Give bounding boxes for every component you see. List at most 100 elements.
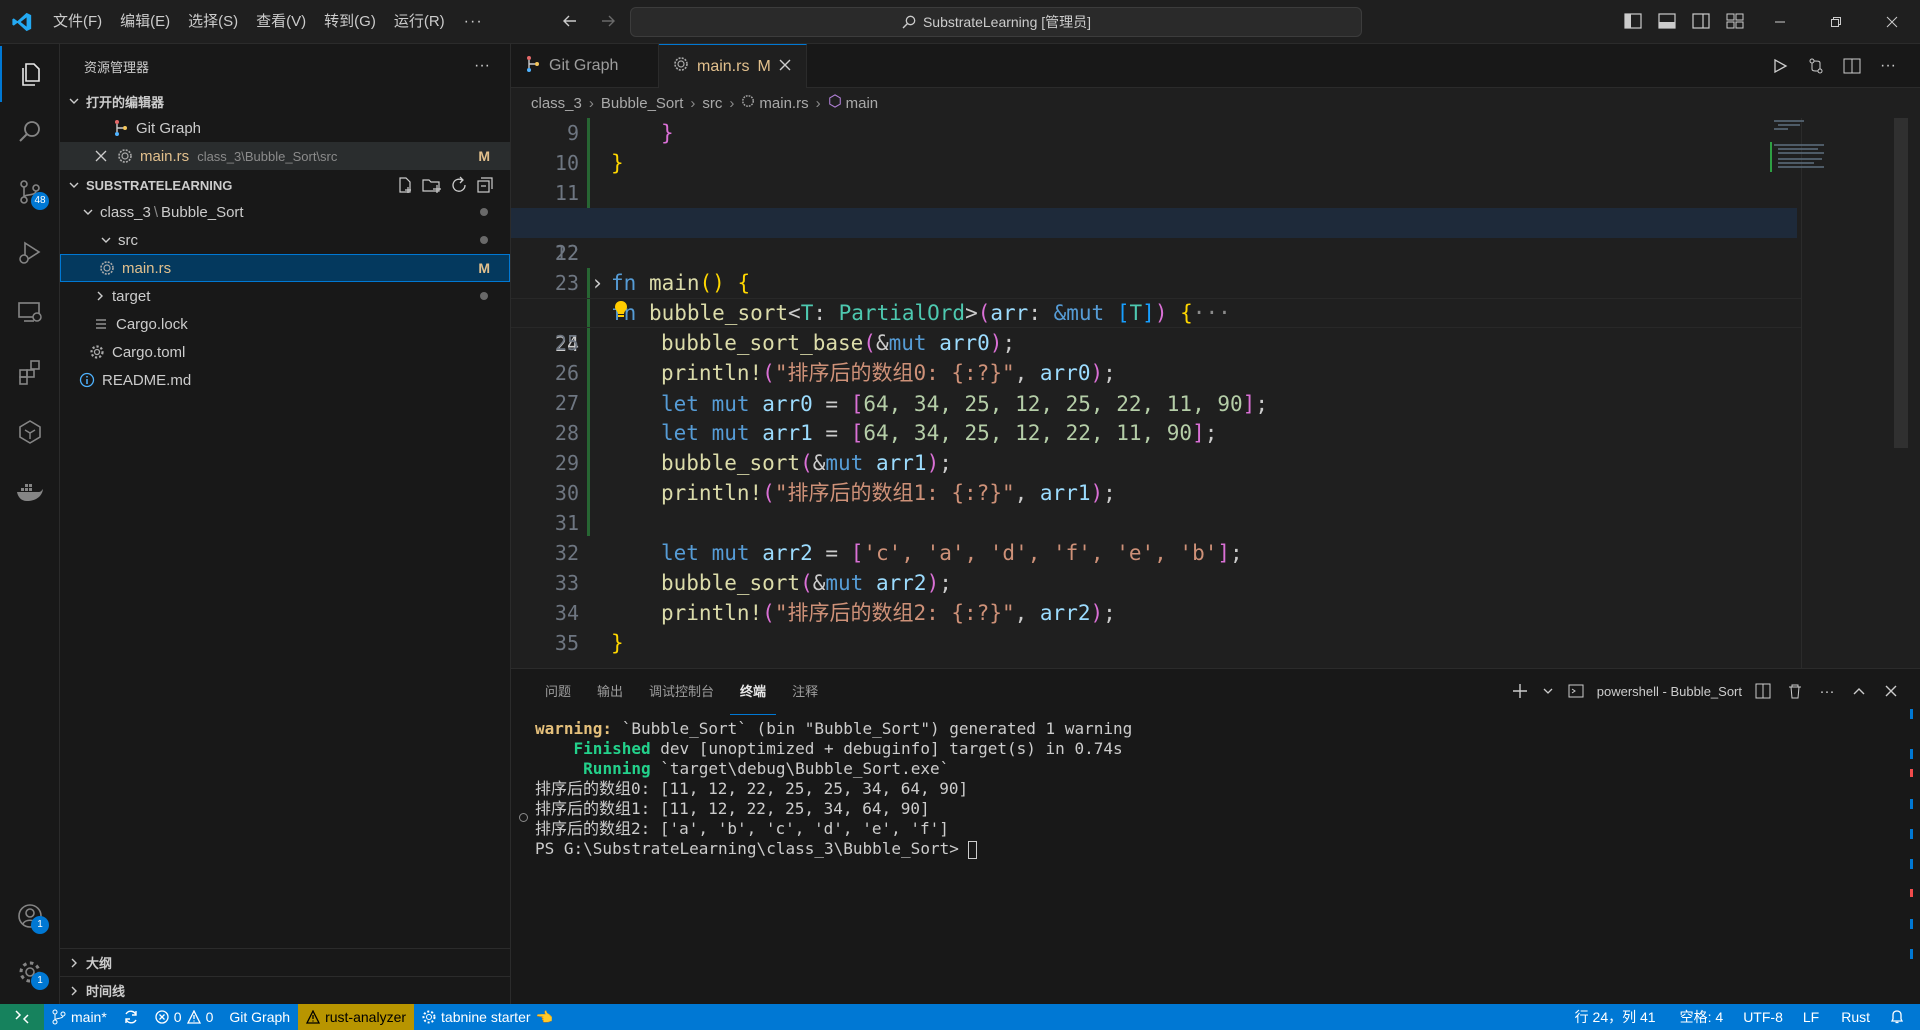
settings-gear-icon[interactable]: 1 — [0, 944, 60, 1000]
lightbulb-icon[interactable] — [614, 299, 628, 329]
close-tab-icon[interactable] — [779, 58, 791, 76]
branch-name: main* — [71, 1009, 107, 1025]
extensions-icon[interactable] — [0, 344, 60, 400]
menu-file[interactable]: 文件(F) — [44, 7, 111, 37]
encoding[interactable]: UTF-8 — [1733, 1004, 1793, 1030]
tab-problems[interactable]: 问题 — [535, 669, 581, 715]
docker-icon[interactable] — [0, 464, 60, 520]
problems-item[interactable]: 0 0 — [147, 1004, 222, 1030]
breadcrumb-item[interactable]: class_3 — [531, 95, 582, 112]
tab-output[interactable]: 输出 — [587, 669, 633, 715]
customize-layout-icon[interactable] — [1722, 8, 1748, 34]
refresh-icon[interactable] — [450, 176, 468, 197]
close-window-icon[interactable] — [1864, 0, 1920, 44]
git-graph-status[interactable]: Git Graph — [221, 1004, 298, 1030]
terminal-name[interactable]: powershell - Bubble_Sort — [1597, 684, 1742, 699]
forward-arrow-icon[interactable] — [594, 7, 622, 35]
toggle-panel-icon[interactable] — [1654, 8, 1680, 34]
maximize-panel-icon[interactable] — [1848, 677, 1870, 705]
workspace-header[interactable]: SUBSTRATELEARNING — [60, 172, 510, 198]
tabnine-status[interactable]: tabnine starter 👈 — [414, 1004, 561, 1030]
code-line: 22 — [511, 238, 1801, 268]
menu-selection[interactable]: 选择(S) — [179, 7, 247, 37]
tree-folder-class3-bubble-sort[interactable]: class_3 \ Bubble_Sort — [60, 198, 510, 226]
tab-git-graph[interactable]: Git Graph — [511, 44, 659, 88]
menu-more[interactable]: ··· — [454, 7, 493, 37]
split-terminal-icon[interactable] — [1752, 677, 1774, 705]
new-file-icon[interactable] — [396, 176, 414, 197]
tree-file-readme[interactable]: README.md — [60, 366, 510, 394]
git-graph-icon — [525, 55, 541, 78]
cursor-position[interactable]: 行 24，列 41 — [1561, 1004, 1670, 1030]
breadcrumb-item[interactable]: src — [702, 95, 722, 112]
toggle-secondary-sidebar-icon[interactable] — [1688, 8, 1714, 34]
close-icon[interactable] — [92, 147, 110, 165]
remote-indicator[interactable] — [0, 1004, 44, 1030]
timeline-header[interactable]: 时间线 — [60, 976, 510, 1004]
open-editor-main-rs[interactable]: main.rs class_3\Bubble_Sort\src M — [60, 142, 510, 170]
panel-more-icon[interactable]: ··· — [1816, 677, 1838, 705]
branch-item[interactable]: main* — [44, 1004, 115, 1030]
chevron-down-icon[interactable] — [1541, 677, 1555, 705]
close-panel-icon[interactable] — [1880, 677, 1902, 705]
menu-view[interactable]: 查看(V) — [247, 7, 315, 37]
restore-icon[interactable] — [1808, 0, 1864, 44]
breadcrumb-item[interactable]: main — [846, 95, 879, 112]
search-icon[interactable] — [0, 104, 60, 160]
code-editor[interactable]: 9} 10} 11 12 › fn bubble_sort<T: Partial… — [511, 118, 1920, 668]
sync-item[interactable] — [115, 1004, 147, 1030]
split-editor-icon[interactable] — [1840, 52, 1864, 80]
remote-explorer-icon[interactable] — [0, 284, 60, 340]
breadcrumb-item[interactable]: main.rs — [759, 95, 808, 112]
notifications-item[interactable] — [1882, 1004, 1912, 1030]
end-of-line[interactable]: LF — [1793, 1004, 1829, 1030]
warning-icon — [306, 1010, 321, 1024]
tab-debug-console[interactable]: 调试控制台 — [639, 669, 724, 715]
gear-file-icon — [88, 343, 106, 361]
source-control-icon[interactable]: 48 — [0, 164, 60, 220]
editor-more-icon[interactable]: ··· — [1876, 52, 1900, 80]
tree-file-main-rs[interactable]: main.rs M — [60, 254, 510, 282]
language-mode[interactable]: Rust — [1829, 1004, 1882, 1030]
explorer-icon[interactable] — [0, 46, 60, 102]
rust-file-icon — [116, 147, 134, 165]
command-center[interactable]: SubstrateLearning [管理员] — [630, 7, 1362, 37]
tree-folder-target[interactable]: target — [60, 282, 510, 310]
editor-scrollbar[interactable] — [1894, 118, 1908, 448]
rust-analyzer-label: rust-analyzer — [325, 1009, 407, 1025]
minimap[interactable] — [1770, 118, 1860, 178]
run-icon[interactable] — [1768, 52, 1792, 80]
explorer-more-button[interactable]: ··· — [474, 57, 490, 75]
back-arrow-icon[interactable] — [556, 7, 584, 35]
panel-actions: powershell - Bubble_Sort ··· — [1509, 677, 1902, 705]
new-folder-icon[interactable] — [422, 176, 442, 197]
toggle-primary-sidebar-icon[interactable] — [1620, 8, 1646, 34]
cube-icon[interactable] — [0, 404, 60, 460]
run-debug-icon[interactable] — [0, 224, 60, 280]
minimize-icon[interactable] — [1752, 0, 1808, 44]
menu-go[interactable]: 转到(G) — [315, 7, 385, 37]
tree-file-cargo-toml[interactable]: Cargo.toml — [60, 338, 510, 366]
menu-run[interactable]: 运行(R) — [385, 7, 454, 37]
collapse-all-icon[interactable] — [476, 176, 494, 197]
accounts-icon[interactable]: 1 — [0, 888, 60, 944]
status-dot — [480, 292, 488, 300]
tab-main-rs[interactable]: main.rs M — [659, 44, 807, 88]
outline-header[interactable]: 大纲 — [60, 948, 510, 976]
tree-folder-src[interactable]: src — [60, 226, 510, 254]
tab-terminal[interactable]: 终端 — [730, 669, 777, 715]
rust-analyzer-status[interactable]: rust-analyzer — [298, 1004, 415, 1030]
code-line: 11 — [511, 178, 1801, 208]
new-terminal-plus-icon[interactable] — [1509, 677, 1531, 705]
menu-edit[interactable]: 编辑(E) — [111, 7, 179, 37]
open-editors-header[interactable]: 打开的编辑器 — [60, 88, 510, 114]
command-decoration-icon[interactable] — [519, 813, 528, 822]
open-changes-icon[interactable] — [1804, 52, 1828, 80]
trash-icon[interactable] — [1784, 677, 1806, 705]
indentation[interactable]: 空格: 4 — [1670, 1004, 1734, 1030]
tab-comments[interactable]: 注释 — [782, 669, 828, 715]
terminal-output[interactable]: warning: `Bubble_Sort` (bin "Bubble_Sort… — [535, 719, 1132, 859]
tree-file-cargo-lock[interactable]: Cargo.lock — [60, 310, 510, 338]
open-editor-git-graph[interactable]: Git Graph — [60, 114, 510, 142]
breadcrumb-item[interactable]: Bubble_Sort — [601, 95, 684, 112]
